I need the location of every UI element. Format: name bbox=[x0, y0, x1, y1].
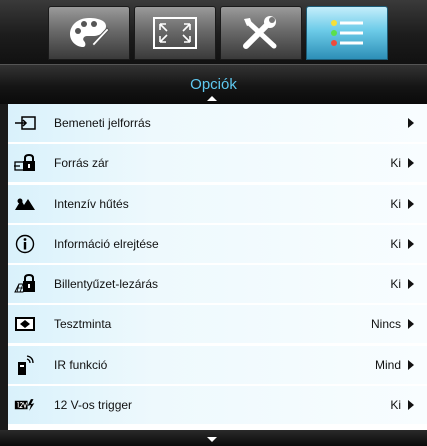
chevron-right-icon bbox=[408, 400, 414, 411]
options-list-icon bbox=[331, 20, 363, 46]
chevron-right-icon bbox=[408, 319, 414, 330]
test-pattern-icon bbox=[14, 315, 36, 333]
menu-item-value: Mind bbox=[374, 357, 401, 372]
left-border bbox=[0, 104, 8, 430]
input-source-icon bbox=[14, 114, 36, 132]
screen-resize-icon bbox=[153, 17, 197, 49]
menu-item-label: IR funkció bbox=[54, 357, 108, 372]
menu-item-high-cooling[interactable]: Intenzív hűtés Ki bbox=[8, 184, 427, 223]
high-cooling-icon bbox=[14, 195, 36, 213]
menu-item-value: Ki bbox=[390, 156, 401, 171]
menu-item-label: 12 V-os trigger bbox=[54, 398, 133, 413]
menu-footer bbox=[0, 430, 427, 446]
menu-item-label: Tesztminta bbox=[54, 317, 112, 332]
menu-item-input-source[interactable]: Bemeneti jelforrás bbox=[8, 104, 427, 142]
tab-image[interactable] bbox=[48, 6, 130, 60]
menu-item-value: Nincs bbox=[370, 317, 401, 332]
menu-item-value: Ki bbox=[390, 196, 401, 211]
options-menu: Bemeneti jelforrás Forrás zár Ki Intenzí… bbox=[8, 104, 427, 426]
scroll-down-icon[interactable] bbox=[207, 437, 217, 442]
chevron-right-icon bbox=[408, 238, 414, 249]
scroll-up-icon[interactable] bbox=[207, 96, 217, 101]
chevron-right-icon bbox=[408, 198, 414, 209]
ir-remote-icon bbox=[14, 355, 36, 375]
page-title: Opciók bbox=[190, 76, 237, 93]
menu-item-keypad-lock[interactable]: Billentyűzet-lezárás Ki bbox=[8, 265, 427, 304]
menu-item-label: Forrás zár bbox=[54, 156, 109, 171]
chevron-right-icon bbox=[408, 158, 414, 169]
menu-header: Opciók bbox=[0, 64, 427, 104]
menu-item-label: Információ elrejtése bbox=[54, 236, 159, 251]
menu-item-value: Ki bbox=[390, 398, 401, 413]
tools-icon bbox=[243, 16, 277, 49]
tab-display[interactable] bbox=[134, 6, 216, 60]
menu-item-ir-function[interactable]: IR funkció Mind bbox=[8, 345, 427, 384]
palette-icon bbox=[70, 18, 110, 47]
menu-item-label: Intenzív hűtés bbox=[54, 196, 129, 211]
menu-item-value: Ki bbox=[390, 277, 401, 292]
keypad-lock-icon bbox=[14, 274, 36, 293]
chevron-right-icon bbox=[408, 359, 414, 370]
info-icon bbox=[14, 234, 36, 254]
tab-options[interactable] bbox=[306, 6, 388, 60]
trigger-12v-icon bbox=[14, 396, 36, 414]
source-lock-icon bbox=[14, 154, 36, 172]
tab-setup[interactable] bbox=[220, 6, 302, 60]
menu-item-label: Billentyűzet-lezárás bbox=[54, 277, 159, 292]
menu-item-label: Bemeneti jelforrás bbox=[54, 116, 151, 130]
menu-item-12v-trigger[interactable]: 12 V-os trigger Ki bbox=[8, 386, 427, 425]
chevron-right-icon bbox=[408, 118, 414, 128]
chevron-right-icon bbox=[408, 279, 414, 290]
menu-item-test-pattern[interactable]: Tesztminta Nincs bbox=[8, 305, 427, 344]
menu-item-source-lock[interactable]: Forrás zár Ki bbox=[8, 144, 427, 183]
menu-item-value: Ki bbox=[390, 236, 401, 251]
menu-item-info-hide[interactable]: Információ elrejtése Ki bbox=[8, 224, 427, 263]
tab-bar bbox=[0, 0, 427, 64]
